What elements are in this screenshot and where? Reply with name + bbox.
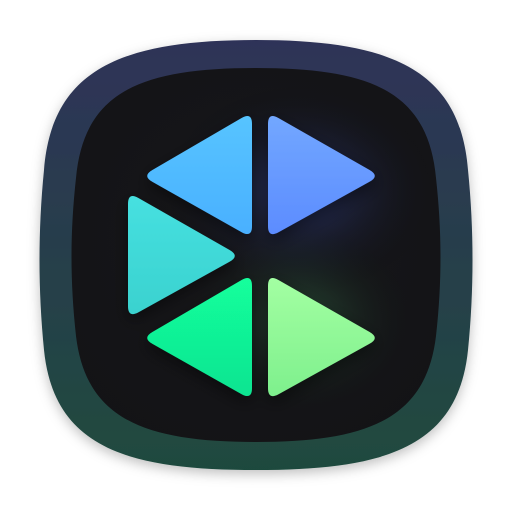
- app-icon[interactable]: [0, 0, 512, 512]
- app-icon-graphic: [39, 40, 473, 470]
